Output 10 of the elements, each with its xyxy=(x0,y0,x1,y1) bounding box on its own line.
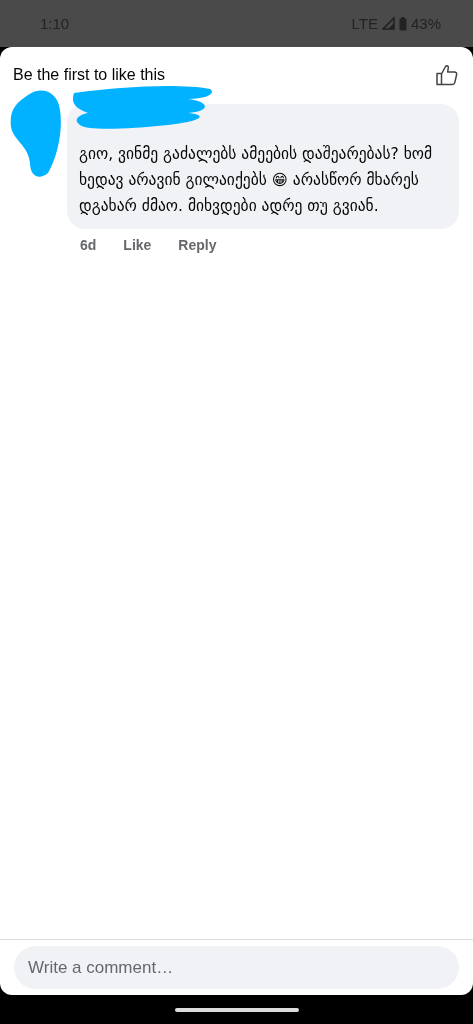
home-indicator[interactable] xyxy=(174,1007,299,1012)
comment-action[interactable]: Reply xyxy=(178,237,217,253)
comment-action[interactable]: Like xyxy=(123,237,152,253)
likes-summary: Be the first to like this xyxy=(13,66,166,84)
comment-age: 6d xyxy=(80,237,97,253)
comment-text: გიო, ვინმე გაძალებს ამეების დაშეარებას? ხომ ხედავ არავინ გილაიქებს 😁 არასწორ მხარეს დგახარ ძმაო. მიხვდები ადრე თუ გვიან. xyxy=(79,144,434,217)
battery-icon xyxy=(398,16,407,31)
thumbs-up-icon[interactable] xyxy=(435,63,459,87)
comment-field[interactable]: Write a comment… xyxy=(14,946,459,989)
signal-icon xyxy=(381,17,395,30)
